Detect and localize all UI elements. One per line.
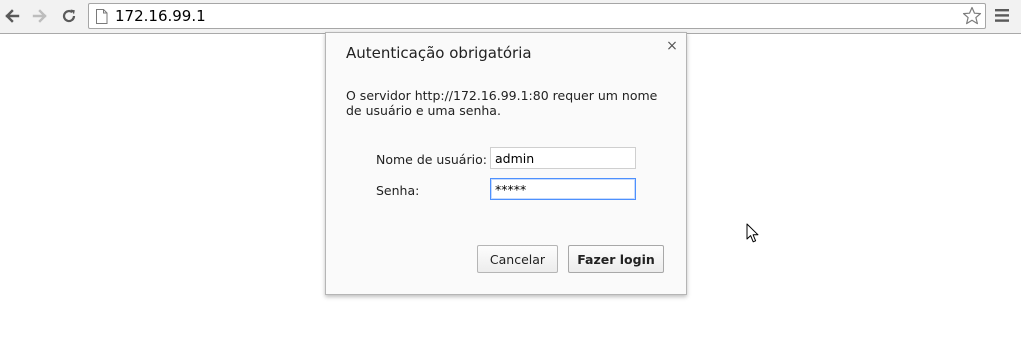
close-icon[interactable]: × xyxy=(666,39,678,53)
mouse-cursor-icon xyxy=(746,223,759,243)
address-bar[interactable]: 172.16.99.1 xyxy=(88,3,986,29)
username-field[interactable] xyxy=(490,147,636,169)
username-label: Nome de usuário: xyxy=(376,152,487,167)
forward-button[interactable] xyxy=(29,5,51,27)
back-button[interactable] xyxy=(1,5,23,27)
dialog-title: Autenticação obrigatória xyxy=(346,44,532,62)
auth-dialog: Autenticação obrigatória × O servidor ht… xyxy=(325,32,687,295)
hamburger-menu-icon[interactable] xyxy=(995,9,1009,23)
star-icon[interactable] xyxy=(962,6,982,26)
browser-toolbar: 172.16.99.1 xyxy=(0,0,1021,34)
password-label: Senha: xyxy=(376,183,420,198)
url-text: 172.16.99.1 xyxy=(115,7,206,25)
arrow-right-icon xyxy=(32,9,47,23)
reload-button[interactable] xyxy=(58,5,80,27)
dialog-message: O servidor http://172.16.99.1:80 requer … xyxy=(346,88,658,118)
cancel-button[interactable]: Cancelar xyxy=(477,245,558,273)
password-field[interactable] xyxy=(490,178,636,200)
page-icon xyxy=(96,9,108,24)
arrow-left-icon xyxy=(5,9,20,23)
login-button[interactable]: Fazer login xyxy=(568,245,664,273)
reload-icon xyxy=(62,9,76,23)
